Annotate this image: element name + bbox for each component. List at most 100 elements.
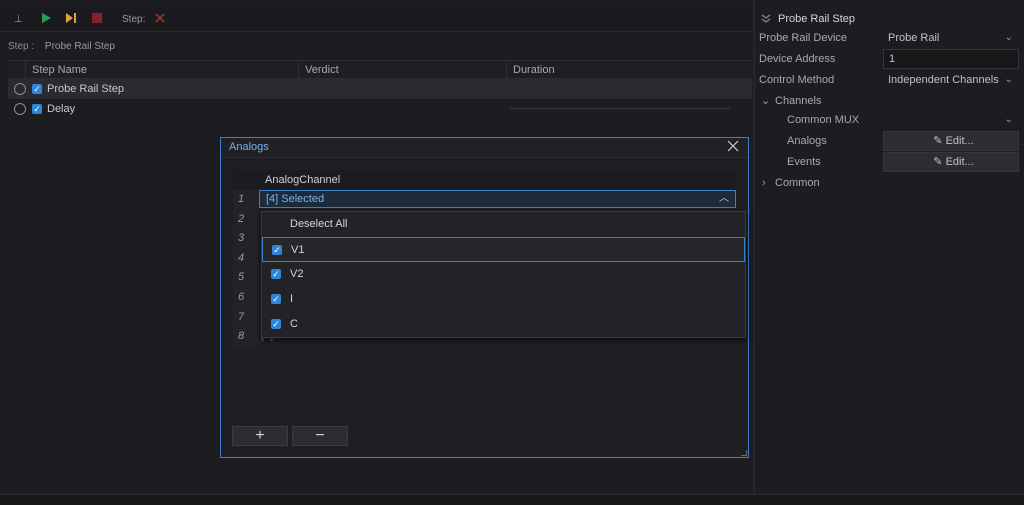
insert-step-icon[interactable]: ⊥ <box>14 12 23 28</box>
table-header: AnalogChannel <box>233 170 736 190</box>
step-bar-value: Probe Rail Step <box>44 41 115 52</box>
row-number: 5 <box>233 268 259 288</box>
button-label: Edit... <box>945 156 974 168</box>
analogs-edit-button[interactable]: ✎ Edit... <box>883 131 1019 151</box>
resize-grip[interactable] <box>741 450 747 456</box>
dialog-titlebar[interactable]: Analogs <box>221 138 748 158</box>
analogs-dialog: Analogs AnalogChannel 1 2 3 4 5 6 7 8 [4… <box>220 137 749 458</box>
deselect-all-option[interactable]: Deselect All <box>262 212 745 237</box>
column-step-name[interactable]: Step Name <box>25 61 298 80</box>
option-checkbox[interactable]: ✓ <box>272 245 282 255</box>
row-number: 3 <box>233 229 259 249</box>
column-verdict[interactable]: Verdict <box>298 61 506 80</box>
table-row[interactable]: ✓ Probe Rail Step <box>8 79 752 99</box>
close-icon <box>727 140 739 152</box>
step-bar-label: Step : <box>8 41 35 52</box>
option-label: I <box>290 293 294 305</box>
prop-control-method: Control Method Independent Channels ⌄ <box>755 70 1024 90</box>
group-label: Channels <box>775 95 822 107</box>
toolbar: ⊥ Step: <box>0 8 752 32</box>
prop-key: Device Address <box>759 53 836 65</box>
chevron-down-icon: ⌄ <box>1004 74 1013 85</box>
group-common[interactable]: › Common <box>755 173 1024 193</box>
option-checkbox[interactable]: ✓ <box>271 319 281 329</box>
row-number: 4 <box>233 249 259 269</box>
prop-value: Probe Rail <box>888 32 940 44</box>
step-name: Probe Rail Step <box>47 83 125 95</box>
prop-device-address: Device Address 1 <box>755 49 1024 69</box>
prop-value: Independent Channels <box>888 74 999 86</box>
group-label: Common <box>775 177 820 189</box>
prop-key: Control Method <box>759 74 835 86</box>
collapse-icon <box>761 14 771 23</box>
step-bar: Step : Probe Rail Step <box>8 36 752 58</box>
next-icon <box>66 13 76 23</box>
pencil-icon: ✎ <box>933 135 946 147</box>
remove-row-button[interactable]: − <box>292 426 348 446</box>
pencil-icon: ✎ <box>933 156 946 168</box>
prop-analogs: Analogs ✎ Edit... <box>755 131 1024 151</box>
option-i[interactable]: ✓ I <box>262 287 745 312</box>
chevron-up-icon: ︿ <box>719 193 729 204</box>
chevron-down-icon: ⌄ <box>1004 114 1013 125</box>
column-duration[interactable]: Duration <box>506 61 752 80</box>
option-checkbox[interactable]: ✓ <box>271 294 281 304</box>
duration-bar <box>510 108 730 109</box>
option-label: C <box>290 318 298 330</box>
horizontal-scrollbar[interactable] <box>0 494 1024 505</box>
close-button[interactable] <box>724 139 742 157</box>
probe-rail-device-select[interactable]: Probe Rail ⌄ <box>883 28 1019 48</box>
row-number: 8 <box>233 327 259 347</box>
dialog-title: Analogs <box>229 141 269 153</box>
option-c[interactable]: ✓ C <box>262 312 745 337</box>
stop-button[interactable] <box>91 12 103 28</box>
option-v2[interactable]: ✓ V2 <box>262 262 745 287</box>
prop-key: Analogs <box>787 135 827 147</box>
enable-checkbox[interactable]: ✓ <box>32 84 42 94</box>
add-row-button[interactable]: + <box>232 426 288 446</box>
row-radio[interactable] <box>14 83 26 95</box>
prop-key: Probe Rail Device <box>759 32 848 44</box>
option-label: Deselect All <box>290 218 348 230</box>
option-label: V1 <box>291 244 305 256</box>
events-edit-button[interactable]: ✎ Edit... <box>883 152 1019 172</box>
row-radio[interactable] <box>14 103 26 115</box>
option-label: V2 <box>290 268 304 280</box>
prop-events: Events ✎ Edit... <box>755 152 1024 172</box>
step-over-button[interactable] <box>65 12 77 28</box>
play-icon <box>42 13 51 23</box>
properties-title: Probe Rail Step <box>778 13 856 25</box>
prop-probe-rail-device: Probe Rail Device Probe Rail ⌄ <box>755 28 1024 48</box>
column-analog-channel[interactable]: AnalogChannel <box>265 170 340 190</box>
enable-checkbox[interactable]: ✓ <box>32 104 42 114</box>
row-number: 2 <box>233 210 259 230</box>
button-label: Edit... <box>945 135 974 147</box>
stop-icon <box>92 13 102 23</box>
channel-dropdown: Deselect All ✓ V1 ✓ V2 ✓ I ✓ C <box>261 211 746 338</box>
chevron-down-icon: ⌄ <box>1004 32 1013 43</box>
properties-pane: Probe Rail Step Probe Rail Device Probe … <box>754 0 1024 496</box>
step-name: Delay <box>47 103 76 115</box>
chevron-down-icon: ⌄ <box>761 95 771 107</box>
table-row[interactable]: ✓ Delay <box>8 99 752 119</box>
analog-channel-select[interactable]: [4] Selected ︿ <box>259 190 736 208</box>
prop-key: Events <box>787 156 821 168</box>
control-method-select[interactable]: Independent Channels ⌄ <box>883 70 1019 90</box>
selected-value: [4] Selected <box>266 193 325 205</box>
prop-key: Common MUX <box>787 114 860 126</box>
run-button[interactable] <box>40 12 52 28</box>
row-number: 1 <box>233 190 259 210</box>
common-mux-select[interactable]: ⌄ <box>883 110 1019 130</box>
properties-header[interactable]: Probe Rail Step <box>755 10 1024 28</box>
step-label: Step: <box>122 14 146 25</box>
prop-common-mux: Common MUX ⌄ <box>755 110 1024 130</box>
cancel-button[interactable] <box>154 12 166 28</box>
group-channels[interactable]: ⌄ Channels <box>755 91 1024 111</box>
option-checkbox[interactable]: ✓ <box>271 269 281 279</box>
grid-header: Step Name Verdict Duration <box>8 60 752 80</box>
close-icon <box>155 13 165 23</box>
row-number: 7 <box>233 308 259 328</box>
row-number: 6 <box>233 288 259 308</box>
option-v1[interactable]: ✓ V1 <box>262 237 745 262</box>
device-address-input[interactable]: 1 <box>883 49 1019 69</box>
